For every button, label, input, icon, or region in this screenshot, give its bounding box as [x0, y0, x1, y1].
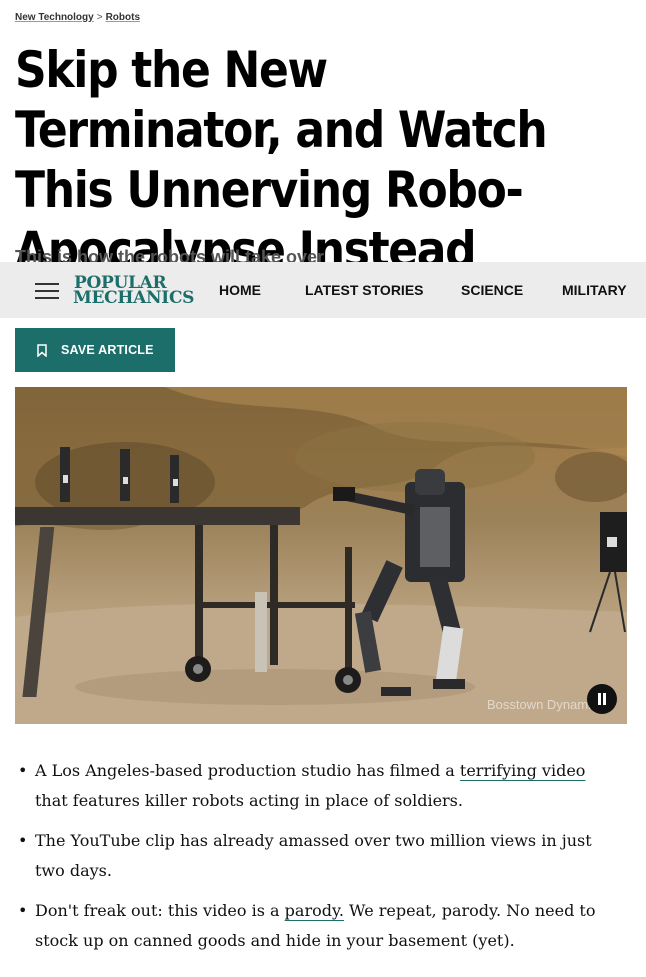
popular-mechanics-logo[interactable]: POPULAR MECHANICS: [73, 275, 195, 308]
article-dek: This is how the robots will take over: [15, 247, 325, 262]
breadcrumb: New Technology > Robots: [15, 12, 140, 23]
article-headline: Skip the New Terminator, and Watch This …: [15, 41, 548, 279]
breadcrumb-separator: >: [96, 12, 103, 23]
list-item: A Los Angeles-based production studio ha…: [15, 756, 615, 816]
video-watermark: Bosstown Dynami: [486, 697, 591, 712]
video-player[interactable]: Bosstown Dynami: [15, 387, 627, 724]
logo-line-2: MECHANICS: [73, 288, 195, 308]
bullet-text: that features killer robots acting in pl…: [35, 791, 463, 810]
list-item: The YouTube clip has already amassed ove…: [15, 826, 615, 886]
parody-link[interactable]: parody.: [285, 901, 344, 920]
list-item: Don't freak out: this video is a parody.…: [15, 896, 615, 956]
breadcrumb-link-robots[interactable]: Robots: [106, 12, 140, 23]
nav-item-science[interactable]: SCIENCE: [461, 282, 523, 298]
bullet-text: A Los Angeles-based production studio ha…: [35, 761, 460, 780]
save-article-label: SAVE ARTICLE: [61, 343, 154, 357]
terrifying-video-link[interactable]: terrifying video: [460, 761, 586, 780]
save-article-button[interactable]: SAVE ARTICLE: [15, 328, 175, 372]
hamburger-menu-icon[interactable]: [35, 281, 59, 301]
bookmark-icon: [37, 343, 47, 357]
breadcrumb-link-new-technology[interactable]: New Technology: [15, 12, 94, 23]
video-frame-image: [15, 387, 627, 724]
bullet-text: The YouTube clip has already amassed ove…: [35, 831, 592, 880]
site-navbar: POPULAR MECHANICS HOME LATEST STORIES SC…: [0, 262, 646, 318]
article-summary-list: A Los Angeles-based production studio ha…: [15, 756, 615, 966]
nav-item-military[interactable]: MILITARY: [562, 282, 627, 298]
nav-item-latest-stories[interactable]: LATEST STORIES: [305, 282, 424, 298]
nav-item-home[interactable]: HOME: [219, 282, 261, 298]
pause-icon[interactable]: [587, 684, 617, 714]
bullet-text: Don't freak out: this video is a: [35, 901, 285, 920]
